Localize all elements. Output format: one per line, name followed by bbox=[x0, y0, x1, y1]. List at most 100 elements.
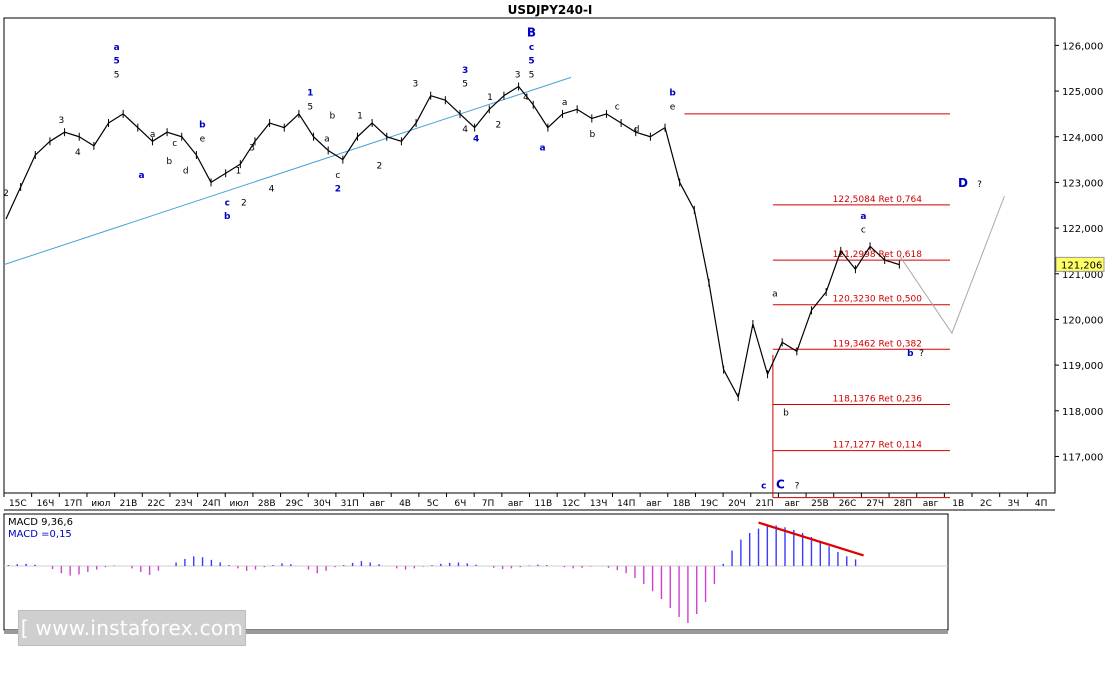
x-tick-label: 20Ч bbox=[728, 499, 746, 509]
price-segment bbox=[444, 99, 461, 115]
wave-label: d bbox=[634, 125, 640, 135]
y-tick-label: 122,000 bbox=[1062, 224, 1103, 235]
x-tick-label: 28П bbox=[894, 499, 912, 509]
price-segment bbox=[371, 122, 388, 138]
price-segment bbox=[723, 369, 739, 398]
macd-label-value: MACD =0,15 bbox=[8, 529, 72, 540]
wave-label: 1 bbox=[487, 93, 493, 103]
price-segment bbox=[78, 136, 95, 147]
price-segment bbox=[664, 127, 681, 183]
wave-label: e bbox=[670, 102, 676, 112]
price-segment bbox=[298, 113, 315, 138]
wave-label: 5 bbox=[462, 80, 468, 90]
x-tick-label: 28В bbox=[258, 499, 276, 509]
y-tick-label: 124,000 bbox=[1062, 133, 1103, 144]
wave-label: 5 bbox=[114, 70, 120, 80]
wave-label: b bbox=[330, 111, 336, 121]
retracement-level-label: 120,3230 Ret 0,500 bbox=[833, 295, 923, 305]
x-tick-label: 1В bbox=[952, 499, 964, 509]
wave-label: C bbox=[776, 477, 785, 491]
x-tick-label: авг bbox=[646, 499, 662, 509]
price-segment bbox=[64, 131, 80, 138]
x-tick-label: авг bbox=[370, 499, 386, 509]
price-segment bbox=[430, 95, 446, 101]
x-tick-label: 4В bbox=[399, 499, 411, 509]
wave-label: b bbox=[907, 349, 914, 359]
macd-label-params: MACD 9,36,6 bbox=[8, 517, 73, 528]
x-tick-label: 19С bbox=[700, 499, 718, 509]
x-tick-label: 31П bbox=[341, 499, 359, 509]
wave-label: ? bbox=[795, 481, 800, 491]
y-tick-label: 120,000 bbox=[1062, 315, 1103, 326]
wave-label: 2 bbox=[377, 162, 383, 172]
price-segment bbox=[781, 341, 798, 352]
price-segment bbox=[386, 136, 402, 142]
wave-label: a bbox=[540, 143, 546, 153]
x-tick-label: 16Ч bbox=[37, 499, 55, 509]
price-segment bbox=[576, 108, 593, 119]
x-tick-label: 21П bbox=[755, 499, 773, 509]
wave-label: c bbox=[615, 102, 620, 112]
wave-label: c bbox=[225, 198, 230, 208]
price-segment bbox=[49, 131, 65, 142]
y-tick-label: 119,000 bbox=[1062, 361, 1103, 372]
price-segment bbox=[737, 323, 754, 398]
wave-label: 3 bbox=[412, 80, 418, 90]
x-tick-label: 15С bbox=[9, 499, 27, 509]
wave-label: 3 bbox=[58, 116, 64, 126]
wave-label: 1 bbox=[357, 111, 363, 121]
y-tick-label: 117,000 bbox=[1062, 452, 1103, 463]
price-segment bbox=[752, 323, 769, 375]
wave-label: c bbox=[529, 43, 534, 53]
wave-label: b bbox=[166, 157, 172, 167]
price-segment bbox=[708, 282, 725, 370]
x-tick-label: 24П bbox=[202, 499, 220, 509]
price-segment bbox=[650, 127, 666, 138]
wave-label: b bbox=[224, 212, 231, 222]
wave-label: a bbox=[114, 43, 120, 53]
x-tick-label: 5С bbox=[427, 499, 439, 509]
wave-label: B bbox=[527, 25, 536, 39]
wave-label: 4 bbox=[523, 93, 529, 103]
y-tick-label: 123,000 bbox=[1062, 178, 1103, 189]
x-tick-label: 4П bbox=[1035, 499, 1048, 509]
x-tick-label: 7П bbox=[482, 499, 495, 509]
wave-label: a bbox=[324, 134, 330, 144]
wave-label: e bbox=[200, 134, 206, 144]
price-segment bbox=[766, 342, 783, 375]
x-tick-label: июл bbox=[229, 499, 248, 509]
x-tick-label: 14П bbox=[617, 499, 635, 509]
x-tick-label: 30Ч bbox=[313, 499, 331, 509]
chart-svg: 126,000125,000124,000123,000122,000121,0… bbox=[3, 3, 1105, 634]
wave-label: 3 bbox=[462, 66, 468, 76]
retracement-level-label: 118,1376 Ret 0,236 bbox=[833, 395, 923, 405]
wave-label: c bbox=[172, 139, 177, 149]
wave-label: 1 bbox=[235, 166, 241, 176]
x-tick-label: 27Ч bbox=[866, 499, 884, 509]
y-tick-label: 126,000 bbox=[1062, 41, 1103, 52]
wave-label: a bbox=[562, 98, 568, 108]
wave-label: 4 bbox=[462, 125, 468, 135]
wave-label: c bbox=[761, 481, 766, 491]
wave-label: 2 bbox=[495, 121, 501, 131]
x-tick-label: 12С bbox=[562, 499, 580, 509]
price-segment bbox=[108, 113, 124, 124]
wave-label: a bbox=[138, 171, 144, 181]
price-segment bbox=[679, 182, 695, 211]
wave-label: 2 bbox=[335, 185, 341, 195]
price-segment bbox=[562, 108, 578, 115]
x-tick-label: 11В bbox=[535, 499, 553, 509]
price-segment bbox=[195, 154, 212, 183]
price-segment bbox=[269, 122, 285, 129]
x-tick-label: 17П bbox=[64, 499, 82, 509]
wave-label: 4 bbox=[75, 148, 81, 158]
price-segment bbox=[327, 149, 344, 161]
price-segment bbox=[210, 172, 226, 183]
wave-label: 5 bbox=[529, 70, 535, 80]
price-segment bbox=[547, 113, 563, 129]
price-segment bbox=[693, 209, 710, 284]
chart-root: 126,000 125,000 124,000 123,000 122,000 121,0… bbox=[0, 0, 1105, 674]
x-tick-label: 13Ч bbox=[590, 499, 608, 509]
x-tick-label: 18В bbox=[673, 499, 691, 509]
watermark-logo: [ www.instaforex.com ] bbox=[18, 610, 246, 674]
